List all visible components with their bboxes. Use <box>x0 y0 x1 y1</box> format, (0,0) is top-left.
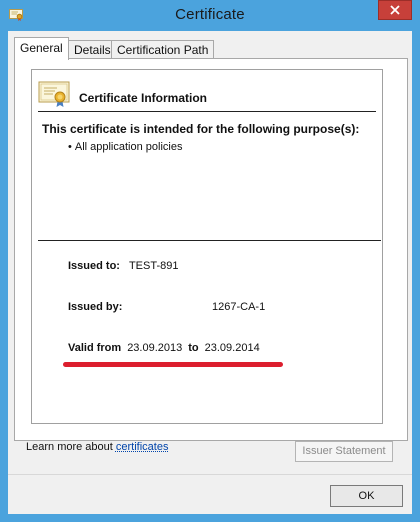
valid-to-value: 23.09.2014 <box>204 342 260 354</box>
tab-certification-path[interactable]: Certification Path <box>111 40 215 58</box>
title-bar[interactable]: Certificate <box>0 0 420 31</box>
purpose-text: All application policies <box>74 141 183 153</box>
close-icon <box>390 5 400 15</box>
footer-divider <box>8 474 412 475</box>
issued-to-label: Issued to: <box>68 260 120 272</box>
general-tab-panel: Certificate Information This certificate… <box>14 58 408 462</box>
purpose-heading: This certificate is intended for the fol… <box>42 122 360 136</box>
certificate-info-box: Certificate Information This certificate… <box>31 69 383 424</box>
issued-by-label: Issued by: <box>68 301 123 313</box>
issued-by-row: Issued by: <box>68 301 122 313</box>
issuer-statement-button[interactable]: Issuer Statement <box>295 441 393 462</box>
tab-details[interactable]: Details <box>68 40 117 58</box>
purpose-list-item: • All application policies <box>68 141 182 153</box>
certificate-information-heading: Certificate Information <box>79 91 208 105</box>
certificate-ribbon-icon <box>38 81 70 107</box>
heading-divider <box>38 111 376 112</box>
bullet: • <box>68 141 72 153</box>
learn-more-prefix: Learn more about <box>26 441 116 453</box>
valid-from-value: 23.09.2013 <box>127 342 183 354</box>
dialog-body: General Details Certification Path Certi… <box>8 31 412 514</box>
details-divider <box>38 240 381 241</box>
tab-general[interactable]: General <box>14 37 69 60</box>
issued-to-row: Issued to: TEST-891 <box>68 260 178 272</box>
learn-more-text: Learn more about certificates <box>26 441 168 453</box>
issued-by-value: 1267-CA-1 <box>212 301 266 313</box>
certificate-dialog: Certificate General Details Certificatio… <box>0 0 420 522</box>
ok-button[interactable]: OK <box>330 485 403 507</box>
certificates-link[interactable]: certificates <box>116 441 169 453</box>
issued-to-value: TEST-891 <box>128 260 179 272</box>
valid-from-label: Valid from <box>68 342 122 354</box>
validity-row: Valid from 23.09.2013 to 23.09.2014 <box>68 342 266 354</box>
valid-to-label: to <box>188 342 199 354</box>
window-title: Certificate <box>175 6 245 23</box>
close-button[interactable] <box>378 0 412 20</box>
validity-highlight-underline <box>63 362 283 367</box>
